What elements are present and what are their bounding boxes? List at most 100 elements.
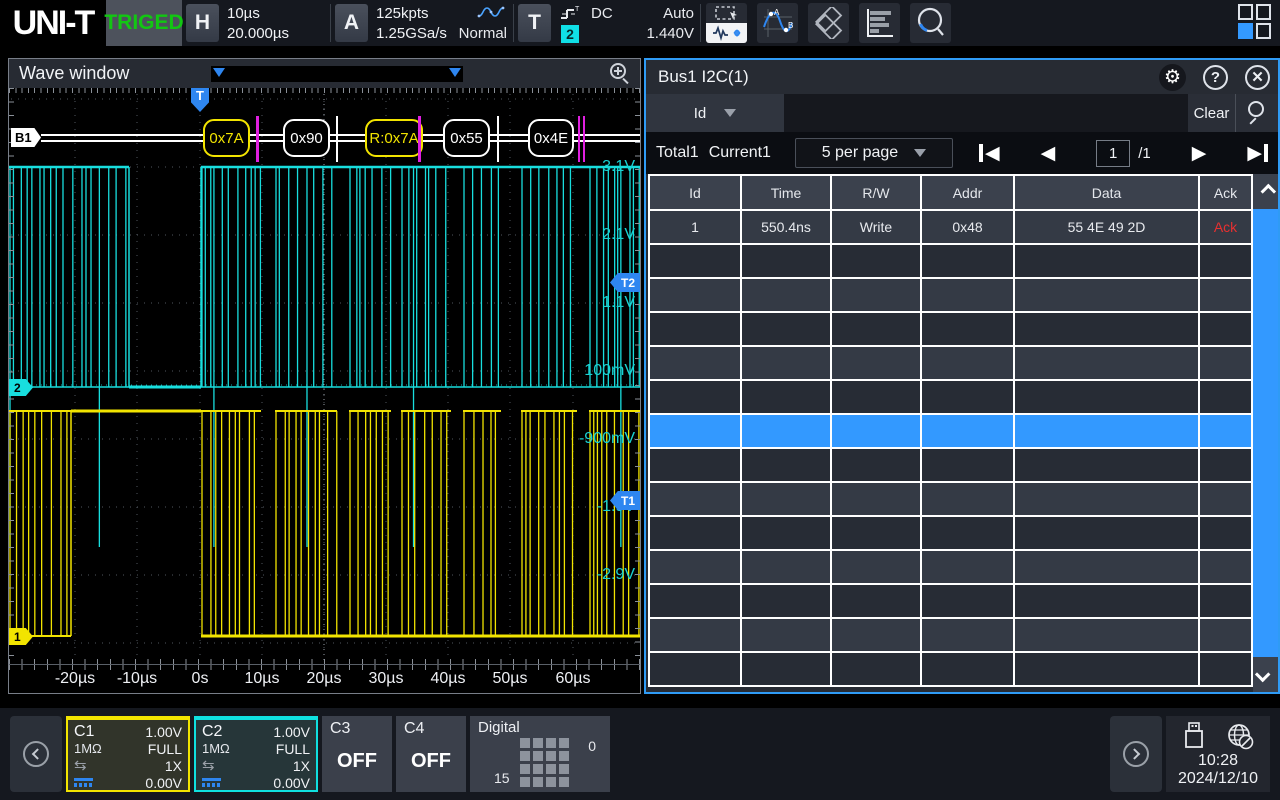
wave-position-slider[interactable]	[211, 66, 463, 82]
digital-channel-dot	[533, 738, 543, 748]
xy-mode-button[interactable]	[808, 3, 849, 43]
table-cell	[921, 482, 1014, 516]
wave-window-header: Wave window	[9, 59, 640, 88]
table-cell	[1199, 346, 1252, 380]
channel3-card[interactable]: C3 OFF	[322, 716, 392, 792]
search-field-label: Id	[694, 105, 707, 122]
trigger-section[interactable]: T T 2 DCAuto 1.440V	[514, 0, 700, 46]
table-cell	[649, 516, 741, 550]
table-row[interactable]	[649, 584, 1252, 618]
horizontal-section[interactable]: H 10µs 20.000µs	[182, 0, 330, 46]
acquire-key[interactable]: A	[335, 4, 368, 42]
first-page-button[interactable]: ◀	[979, 142, 1000, 165]
settings-gear-icon[interactable]: ⚙	[1159, 64, 1186, 91]
channel-bar: C1 1.00V 1MΩ FULL ⇆ 1X 0.00V C2 1.00V 1M…	[0, 708, 1280, 800]
decode-separator	[418, 116, 421, 162]
channel2-bandwidth: FULL	[273, 741, 310, 757]
search-input[interactable]	[784, 94, 1188, 132]
channel4-card[interactable]: C4 OFF	[396, 716, 466, 792]
last-page-button[interactable]: ▶	[1247, 142, 1268, 165]
table-cell	[649, 312, 741, 346]
time-label: 50µs	[492, 670, 527, 688]
table-scrollbar[interactable]	[1253, 174, 1278, 692]
search-tool-button[interactable]	[910, 3, 951, 43]
per-page-select[interactable]: 5 per page	[795, 138, 953, 168]
chevron-down-icon	[1255, 667, 1271, 683]
waveform-svg	[9, 88, 640, 664]
table-row[interactable]	[649, 550, 1252, 584]
horizontal-key[interactable]: H	[186, 4, 219, 42]
slider-left-marker[interactable]	[213, 68, 225, 77]
cursor-measure-button[interactable]: AB	[757, 3, 798, 43]
channel2-impedance: 1MΩ	[202, 741, 273, 756]
select-rect-icon[interactable]	[706, 3, 747, 23]
voltage-label: -900mV	[579, 430, 635, 448]
table-row[interactable]	[649, 346, 1252, 380]
table-cell	[1014, 278, 1199, 312]
column-header: Data	[1014, 175, 1199, 210]
clear-button[interactable]: Clear	[1188, 94, 1236, 132]
prev-page-button[interactable]: ◀	[1041, 142, 1056, 165]
table-cell: 1	[649, 210, 741, 244]
search-button[interactable]	[1236, 94, 1278, 132]
acquire-section[interactable]: A 125kpts 1.25GSa/s Normal	[331, 0, 513, 46]
decode-separator	[578, 116, 580, 162]
trigger-key[interactable]: T	[518, 4, 551, 42]
column-header: Ack	[1199, 175, 1252, 210]
table-row[interactable]	[649, 448, 1252, 482]
usb-device-icon	[1183, 722, 1205, 750]
scrollbar-thumb[interactable]	[1253, 209, 1278, 657]
zoom-in-icon[interactable]	[608, 63, 630, 85]
channel1-card[interactable]: C1 1.00V 1MΩ FULL ⇆ 1X 0.00V	[66, 716, 190, 792]
decode-table[interactable]: IdTimeR/WAddrDataAck1550.4nsWrite0x4855 …	[648, 174, 1253, 687]
next-page-button[interactable]: ▶	[1192, 142, 1207, 165]
offset-icon	[74, 778, 93, 787]
slider-right-marker[interactable]	[449, 68, 461, 77]
cursor-select-tool-button[interactable]	[706, 3, 747, 43]
wave-move-tool-icon[interactable]	[706, 23, 747, 43]
trigger-status-badge: TRIGED	[106, 0, 182, 46]
channel3-state: OFF	[330, 750, 384, 773]
waveform-display[interactable]: T 0x7A0x90R:0x7A0x550x4E B1 3.1V2.1V1.1V…	[9, 88, 640, 664]
page-number-input[interactable]: 1	[1096, 140, 1130, 167]
layout-cell	[1256, 23, 1271, 39]
close-icon[interactable]: ✕	[1245, 65, 1270, 90]
table-row-selected[interactable]	[649, 414, 1252, 448]
time-label: 0s	[192, 670, 209, 688]
table-row[interactable]	[649, 312, 1252, 346]
table-row[interactable]	[649, 244, 1252, 278]
scroll-channels-left-button[interactable]	[10, 716, 62, 792]
trigger-sweep: Auto	[663, 5, 694, 22]
time-label: 60µs	[555, 670, 590, 688]
table-cell	[741, 312, 831, 346]
digital-channels-card[interactable]: Digital 0 15	[470, 716, 610, 792]
coupling-icon: ⇆	[74, 760, 145, 772]
table-cell	[921, 244, 1014, 278]
search-field-select[interactable]: Id	[646, 94, 784, 132]
scroll-channels-right-button[interactable]	[1110, 716, 1162, 792]
table-row[interactable]	[649, 482, 1252, 516]
window-layout-button[interactable]	[1238, 4, 1272, 40]
table-row[interactable]	[649, 618, 1252, 652]
table-cell: Write	[831, 210, 921, 244]
time-label: 30µs	[368, 670, 403, 688]
brand-logo: UNI-T	[0, 0, 106, 46]
table-row[interactable]	[649, 278, 1252, 312]
chevron-right-icon	[1123, 741, 1149, 767]
table-row[interactable]	[649, 652, 1252, 686]
scroll-up-button[interactable]	[1253, 174, 1278, 209]
table-cell	[831, 448, 921, 482]
trigger-coupling: DC	[591, 5, 613, 22]
table-row[interactable]: 1550.4nsWrite0x4855 4E 49 2DAck	[649, 210, 1252, 244]
table-row[interactable]	[649, 380, 1252, 414]
channel2-card[interactable]: C2 1.00V 1MΩ FULL ⇆ 1X 0.00V	[194, 716, 318, 792]
scroll-down-button[interactable]	[1253, 657, 1278, 692]
help-icon[interactable]: ?	[1203, 65, 1228, 90]
column-header: Time	[741, 175, 831, 210]
table-row[interactable]	[649, 516, 1252, 550]
table-cell	[649, 448, 741, 482]
table-cell	[741, 278, 831, 312]
voltage-label: -2.9V	[597, 566, 635, 584]
histogram-button[interactable]	[859, 3, 900, 43]
table-cell	[921, 414, 1014, 448]
